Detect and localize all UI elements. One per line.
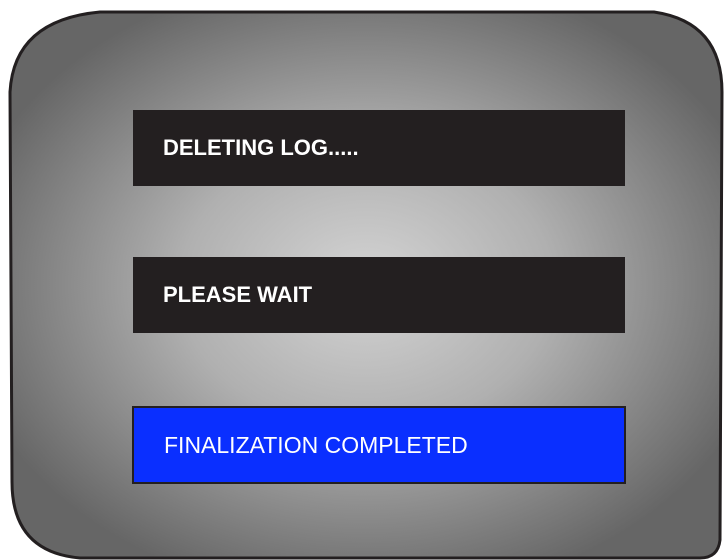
deleting-log-message: DELETING LOG..... (133, 110, 625, 186)
deleting-log-text: DELETING LOG..... (163, 135, 359, 160)
please-wait-text: PLEASE WAIT (163, 282, 313, 307)
finalization-status-bar: FINALIZATION COMPLETED (132, 406, 626, 484)
finalization-status-text: FINALIZATION COMPLETED (164, 431, 468, 458)
please-wait-message: PLEASE WAIT (133, 257, 625, 333)
